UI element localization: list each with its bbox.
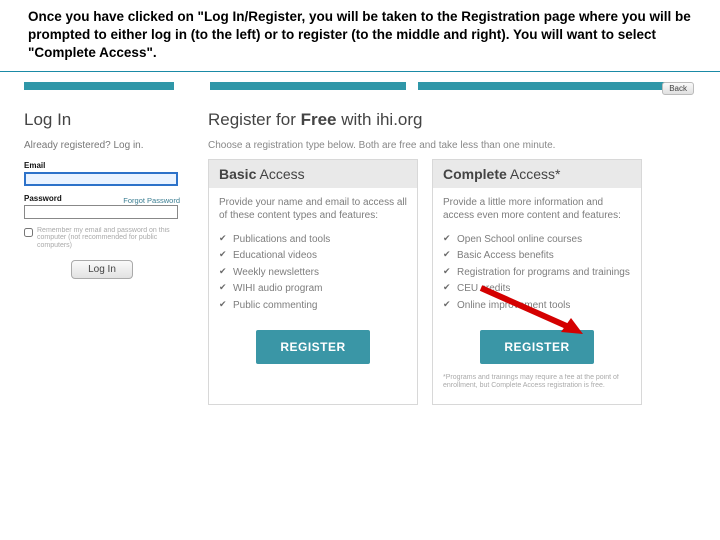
instruction-text: Once you have clicked on "Log In/Registe…: [0, 0, 720, 69]
complete-head-rest: Access*: [507, 166, 561, 182]
login-button[interactable]: Log In: [71, 260, 133, 279]
password-label: Password: [24, 194, 62, 203]
register-panel: Register for Free with ihi.org Choose a …: [208, 110, 694, 405]
login-panel: Log In Already registered? Log in. Email…: [24, 110, 180, 405]
register-title-pre: Register for: [208, 110, 301, 129]
password-field[interactable]: [24, 205, 178, 219]
complete-feature-list: Open School online courses Basic Access …: [443, 232, 631, 315]
feature-item: WIHI audio program: [219, 281, 407, 298]
basic-blurb: Provide your name and email to access al…: [219, 196, 407, 222]
remember-label: Remember my email and password on this c…: [37, 227, 180, 250]
register-title-post: with ihi.org: [337, 110, 423, 129]
register-title: Register for Free with ihi.org: [208, 110, 694, 130]
feature-item: Registration for programs and trainings: [443, 265, 631, 282]
feature-item: Basic Access benefits: [443, 248, 631, 265]
complete-head-bold: Complete: [443, 166, 507, 182]
forgot-password-link[interactable]: Forgot Password: [123, 196, 180, 205]
teal-segment: [24, 82, 174, 90]
back-button[interactable]: Back: [662, 82, 694, 95]
remember-checkbox[interactable]: [24, 228, 33, 237]
complete-fineprint: *Programs and trainings may require a fe…: [443, 374, 631, 389]
remember-row: Remember my email and password on this c…: [24, 227, 180, 250]
embedded-screenshot: Back Log In Already registered? Log in. …: [0, 72, 720, 413]
register-title-free: Free: [301, 110, 337, 129]
basic-head-rest: Access: [256, 166, 304, 182]
complete-access-card: Complete Access* Provide a little more i…: [432, 159, 642, 405]
feature-item: Public commenting: [219, 298, 407, 315]
email-label: Email: [24, 161, 180, 170]
teal-segment: [418, 82, 666, 90]
complete-card-header: Complete Access*: [433, 160, 641, 188]
complete-blurb: Provide a little more information and ac…: [443, 196, 631, 222]
feature-item: Online improvement tools: [443, 298, 631, 315]
login-subtitle: Already registered? Log in.: [24, 140, 180, 151]
feature-item: Educational videos: [219, 248, 407, 265]
feature-item: CEU credits: [443, 281, 631, 298]
complete-register-button[interactable]: REGISTER: [480, 330, 593, 364]
top-bar: Back: [24, 82, 694, 100]
teal-segment: [210, 82, 406, 90]
basic-card-header: Basic Access: [209, 160, 417, 188]
feature-item: Publications and tools: [219, 232, 407, 249]
basic-feature-list: Publications and tools Educational video…: [219, 232, 407, 315]
feature-item: Weekly newsletters: [219, 265, 407, 282]
basic-head-bold: Basic: [219, 166, 256, 182]
feature-item: Open School online courses: [443, 232, 631, 249]
basic-register-button[interactable]: REGISTER: [256, 330, 369, 364]
register-subtitle: Choose a registration type below. Both a…: [208, 140, 694, 151]
login-title: Log In: [24, 110, 180, 130]
email-field[interactable]: [24, 172, 178, 186]
basic-access-card: Basic Access Provide your name and email…: [208, 159, 418, 405]
